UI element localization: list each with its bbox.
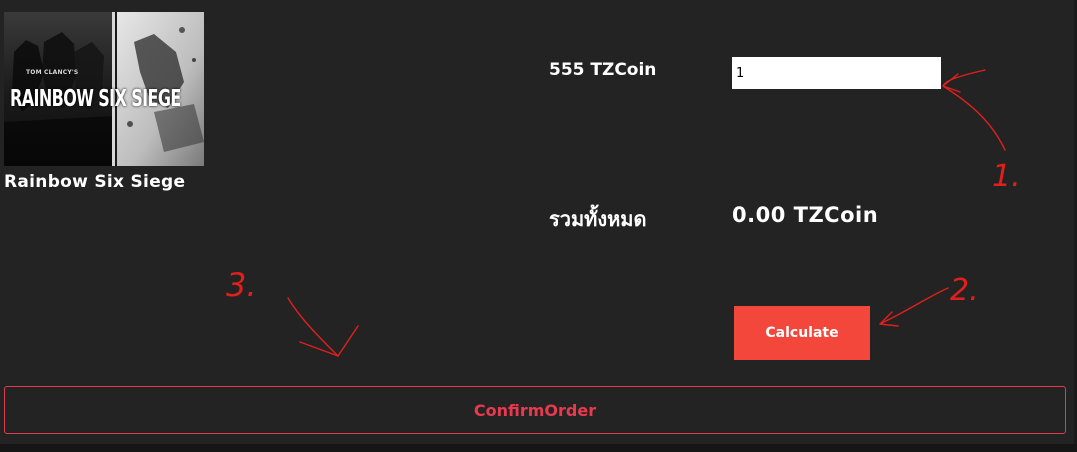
price-label: 555 TZCoin bbox=[549, 60, 657, 80]
total-value: 0.00 TZCoin bbox=[732, 203, 879, 227]
game-title: Rainbow Six Siege bbox=[4, 172, 186, 192]
total-label: รวมทั้งหมด bbox=[549, 207, 647, 231]
quantity-input[interactable] bbox=[732, 57, 941, 89]
cover-brand-text: TOM CLANCY'S bbox=[26, 69, 79, 76]
calculate-button[interactable]: Calculate bbox=[734, 306, 870, 360]
confirm-order-button[interactable]: ConfirmOrder bbox=[4, 386, 1066, 434]
cover-logo-text: RAINBOW SIX SIEGE bbox=[10, 84, 181, 112]
footer-edge bbox=[0, 444, 1077, 452]
